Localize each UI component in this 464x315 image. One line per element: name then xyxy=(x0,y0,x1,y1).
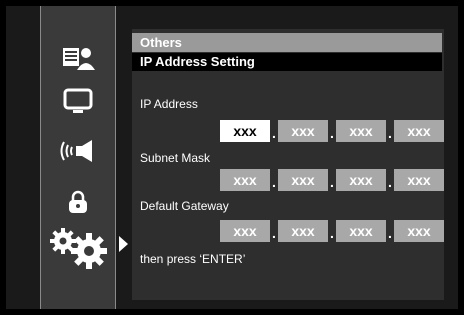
subnet-mask-octet-3[interactable]: xxx xyxy=(336,169,386,191)
octet-separator: . xyxy=(388,225,392,241)
selection-arrow-icon xyxy=(119,236,128,252)
subnet-mask-octet-2[interactable]: xxx xyxy=(278,169,328,191)
octet-separator: . xyxy=(272,225,276,241)
octet-separator: . xyxy=(330,225,334,241)
ip-address-octet-1[interactable]: xxx xyxy=(220,120,270,142)
default-gateway-octet-2[interactable]: xxx xyxy=(278,220,328,242)
subnet-mask-input[interactable]: xxx . xxx . xxx . xxx xyxy=(220,169,444,191)
default-gateway-label: Default Gateway xyxy=(140,199,229,213)
octet-separator: . xyxy=(272,174,276,190)
instruction-text: then press ‘ENTER’ xyxy=(140,252,246,266)
ip-address-octet-4[interactable]: xxx xyxy=(394,120,444,142)
ip-address-input[interactable]: xxx . xxx . xxx . xxx xyxy=(220,120,444,142)
lock-icon[interactable] xyxy=(67,190,89,214)
octet-separator: . xyxy=(272,125,276,141)
gears-icon[interactable] xyxy=(46,226,110,270)
disc-user-icon[interactable] xyxy=(60,44,96,72)
octet-separator: . xyxy=(388,125,392,141)
tv-screen-icon[interactable] xyxy=(63,88,93,116)
speaker-audio-icon[interactable] xyxy=(58,138,98,164)
subnet-mask-octet-4[interactable]: xxx xyxy=(394,169,444,191)
ip-address-label: IP Address xyxy=(140,97,198,111)
page-title: IP Address Setting xyxy=(132,53,442,71)
default-gateway-input[interactable]: xxx . xxx . xxx . xxx xyxy=(220,220,444,242)
octet-separator: . xyxy=(330,125,334,141)
ip-address-octet-3[interactable]: xxx xyxy=(336,120,386,142)
default-gateway-octet-4[interactable]: xxx xyxy=(394,220,444,242)
octet-separator: . xyxy=(388,174,392,190)
default-gateway-octet-1[interactable]: xxx xyxy=(220,220,270,242)
subnet-mask-octet-1[interactable]: xxx xyxy=(220,169,270,191)
settings-sidebar xyxy=(40,6,116,309)
menu-category: Others xyxy=(132,33,442,52)
ip-address-octet-2[interactable]: xxx xyxy=(278,120,328,142)
subnet-mask-label: Subnet Mask xyxy=(140,151,211,165)
octet-separator: . xyxy=(330,174,334,190)
default-gateway-octet-3[interactable]: xxx xyxy=(336,220,386,242)
